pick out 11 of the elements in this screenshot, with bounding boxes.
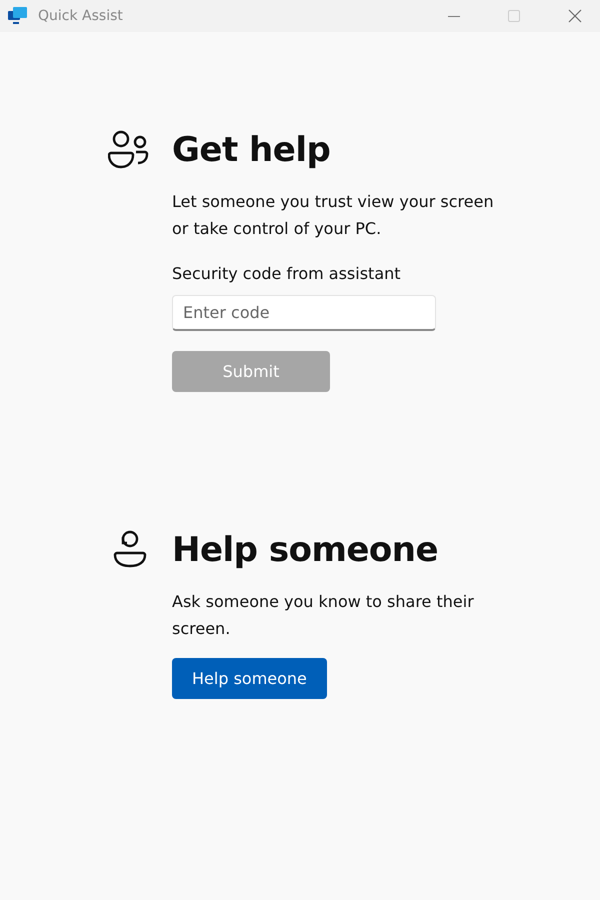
close-icon[interactable] <box>568 9 582 23</box>
people-icon <box>108 130 150 170</box>
app-icon <box>8 7 28 25</box>
section-heading: Help someone <box>172 530 438 570</box>
help-someone-button[interactable]: Help someone <box>172 658 327 699</box>
description-text: Let someone you trust view your screen or take control of your PC. <box>172 191 495 240</box>
field-label: Security code from assistant <box>172 264 401 283</box>
code-input-field[interactable]: Enter code <box>172 295 436 331</box>
description-text: Ask someone you know to share their screen. <box>172 591 475 640</box>
section-heading: Get help <box>172 130 330 170</box>
window-title: Quick Assist <box>38 8 123 24</box>
